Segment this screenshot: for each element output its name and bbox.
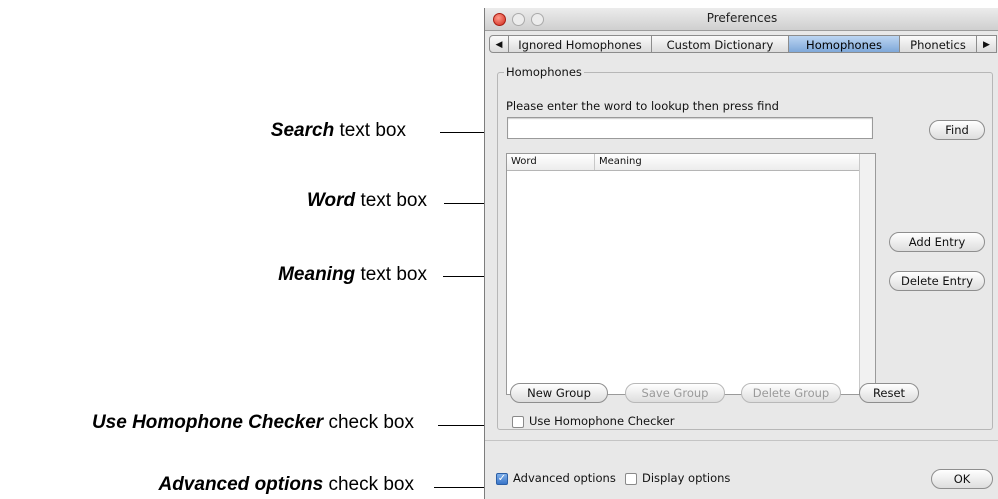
callout-advanced-bold: Advanced options bbox=[158, 474, 324, 495]
reset-button[interactable]: Reset bbox=[859, 383, 919, 403]
add-entry-button[interactable]: Add Entry bbox=[889, 232, 985, 252]
save-group-button[interactable]: Save Group bbox=[625, 383, 725, 403]
ok-button[interactable]: OK bbox=[931, 469, 993, 489]
title-bar[interactable]: Preferences bbox=[485, 8, 998, 31]
callout-search-bold: Search bbox=[270, 120, 335, 141]
callout-word-bold: Word bbox=[306, 190, 356, 211]
callout-word: Word text box bbox=[307, 190, 427, 212]
tab-scroll-left-icon[interactable]: ◀ bbox=[489, 35, 509, 53]
search-input[interactable] bbox=[507, 117, 873, 139]
callout-meaning-rest: text box bbox=[355, 264, 427, 285]
new-group-button[interactable]: New Group bbox=[510, 383, 608, 403]
tab-phonetics[interactable]: Phonetics bbox=[900, 35, 977, 53]
homophones-table[interactable]: Word Meaning bbox=[506, 153, 876, 395]
column-meaning[interactable]: Meaning bbox=[595, 154, 855, 170]
callout-use-checker: Use Homophone Checker check box bbox=[92, 412, 414, 434]
tab-bar: ◀ Ignored Homophones Custom Dictionary H… bbox=[489, 35, 998, 54]
tab-ignored-homophones[interactable]: Ignored Homophones bbox=[509, 35, 652, 53]
column-word[interactable]: Word bbox=[507, 154, 595, 170]
callout-use-checker-bold: Use Homophone Checker bbox=[91, 412, 324, 433]
delete-group-button[interactable]: Delete Group bbox=[741, 383, 841, 403]
preferences-window: Preferences ◀ Ignored Homophones Custom … bbox=[484, 8, 998, 499]
callout-use-checker-rest: check box bbox=[323, 412, 414, 433]
window-title: Preferences bbox=[706, 11, 778, 25]
use-homophone-checker-label: Use Homophone Checker bbox=[529, 414, 675, 428]
table-scrollbar[interactable] bbox=[859, 154, 875, 394]
homophones-group-label: Homophones bbox=[504, 65, 584, 79]
lookup-prompt: Please enter the word to lookup then pre… bbox=[506, 99, 779, 113]
callout-word-rest: text box bbox=[355, 190, 427, 211]
tab-custom-dictionary[interactable]: Custom Dictionary bbox=[652, 35, 789, 53]
display-options-label: Display options bbox=[642, 471, 731, 485]
display-options-checkbox[interactable] bbox=[625, 473, 637, 485]
use-homophone-checker-checkbox[interactable] bbox=[512, 416, 524, 428]
callout-advanced: Advanced options check box bbox=[158, 474, 414, 496]
table-header: Word Meaning bbox=[507, 154, 859, 171]
tab-scroll-right-icon[interactable]: ▶ bbox=[977, 35, 997, 53]
advanced-options-checkbox[interactable]: ✓ bbox=[496, 473, 508, 485]
callout-search-rest: text box bbox=[334, 120, 406, 141]
callout-advanced-rest: check box bbox=[323, 474, 414, 495]
footer-divider bbox=[485, 440, 998, 441]
tab-homophones[interactable]: Homophones bbox=[789, 35, 900, 53]
find-button[interactable]: Find bbox=[929, 120, 985, 140]
callout-search: Search text box bbox=[271, 120, 406, 142]
callout-meaning-bold: Meaning bbox=[278, 264, 356, 285]
callout-meaning: Meaning text box bbox=[278, 264, 427, 286]
advanced-options-label: Advanced options bbox=[513, 471, 616, 485]
delete-entry-button[interactable]: Delete Entry bbox=[889, 271, 985, 291]
